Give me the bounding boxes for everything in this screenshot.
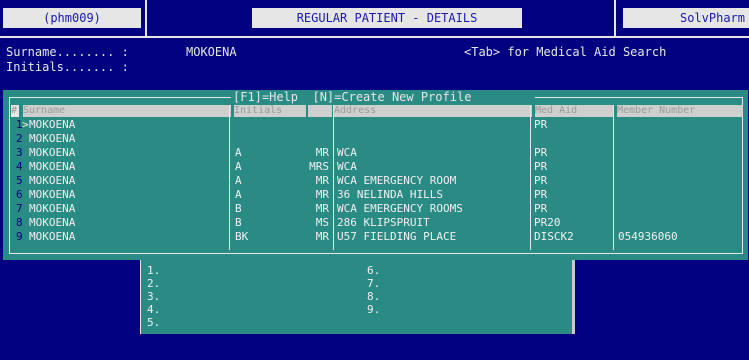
cell-address: 36 NELINDA HILLS [337,188,443,201]
surname-label: Surname........ : [6,45,129,59]
cell-address [337,118,527,132]
cell-title: MR [315,174,329,187]
cell-title [285,118,329,132]
cell-title [285,132,329,146]
divider [614,0,616,38]
results-window: [F1]=Help [N]=Create New Profile # Surna… [3,90,748,260]
cell-surname: MOKOENA [29,118,76,131]
history-slot[interactable]: 1. [147,264,160,277]
history-slot[interactable]: 7. [367,277,380,290]
history-slot[interactable]: 6. [367,264,380,277]
table-row[interactable]: 2 MOKOENA [3,132,748,146]
cell-member-number [618,174,742,188]
cell-medaid: PR [534,118,548,131]
cell-title: MR [315,146,329,159]
cell-surname: MOKOENA [29,202,76,215]
cell-medaid: PR [534,160,548,173]
history-slot[interactable]: 4. [147,303,160,316]
cell-surname: MOKOENA [29,230,76,243]
history-list-right: 6. 7. 8. 9. [367,264,380,316]
cell-member-number [618,146,742,160]
medical-aid-hint: <Tab> for Medical Aid Search [464,45,667,59]
table-row[interactable]: 8 MOKOENA B MS 286 KLIPSPRUIT PR20 [3,216,748,230]
cell-medaid [534,132,610,146]
initials-input[interactable] [186,60,246,73]
initials-label: Initials....... : [6,60,129,74]
cell-member-number: 054936060 [618,230,678,243]
cell-surname: MOKOENA [29,132,76,145]
cell-surname: MOKOENA [29,216,76,229]
product-name: SolvPharm [623,8,749,28]
header-surname: Surname [23,105,231,117]
program-code: (phm009) [3,8,141,28]
results-header: # Surname Initials Address Med Aid Membe… [11,105,743,117]
cell-address: WCA [337,146,357,159]
table-row[interactable]: 4 MOKOENA A MRS WCA PR [3,160,748,174]
divider [145,0,147,38]
header-num: # [11,105,19,117]
history-panel: 1. 2. 3. 4. 5. 6. 7. 8. 9. [140,260,573,334]
screen-title: REGULAR PATIENT - DETAILS [252,8,522,28]
divider [0,36,749,38]
cell-title: MRS [309,160,329,173]
header-address: Address [334,105,532,117]
cell-member-number [618,216,742,230]
cell-title: MR [315,202,329,215]
cell-member-number [618,160,742,174]
cell-surname: MOKOENA [29,174,76,187]
results-window-title: [F1]=Help [N]=Create New Profile [233,90,472,104]
header-initials: Initials [234,105,306,117]
history-list-left: 1. 2. 3. 4. 5. [147,264,160,329]
history-slot[interactable]: 2. [147,277,160,290]
cell-address: U57 FIELDING PLACE [337,230,457,243]
cell-medaid: PR [534,174,548,187]
cell-surname: MOKOENA [29,160,76,173]
cell-member-number [618,188,742,202]
cell-member-number [618,132,742,146]
table-row[interactable]: 5 MOKOENA A MR WCA EMERGENCY ROOM PR [3,174,748,188]
cell-surname: MOKOENA [29,146,76,159]
cell-member-number [618,118,742,132]
table-row[interactable]: 6 MOKOENA A MR 36 NELINDA HILLS PR [3,188,748,202]
cell-medaid: DISCK2 [534,230,574,243]
history-slot[interactable]: 9. [367,303,380,316]
cell-medaid: PR [534,188,548,201]
cell-surname: MOKOENA [29,188,76,201]
table-row[interactable]: 7 MOKOENA B MR WCA EMERGENCY ROOMS PR [3,202,748,216]
table-row[interactable]: 9 MOKOENA BK MR U57 FIELDING PLACE DISCK2 0549… [3,230,748,244]
cell-title: MS [315,216,329,229]
cell-address: WCA [337,160,357,173]
cell-address: 286 KLIPSPRUIT [337,216,430,229]
cell-title: MR [315,230,329,243]
header-title [308,105,332,117]
history-slot[interactable]: 3. [147,290,160,303]
table-row[interactable]: 3 MOKOENA A MR WCA PR [3,146,748,160]
cell-address: WCA EMERGENCY ROOMS [337,202,463,215]
cell-address [337,132,527,146]
surname-input[interactable]: MOKOENA [186,45,237,59]
title-bar: (phm009) REGULAR PATIENT - DETAILS SolvP… [0,0,749,38]
cell-medaid: PR [534,202,548,215]
cell-address: WCA EMERGENCY ROOM [337,174,457,187]
history-slot[interactable]: 5. [147,316,160,329]
cell-medaid: PR20 [534,216,561,229]
header-medaid: Med Aid [535,105,613,117]
cell-title: MR [315,188,329,201]
table-row[interactable]: 1 > MOKOENA PR [3,118,748,132]
cell-member-number [618,202,742,216]
header-member-number: Member Number [617,105,743,117]
cell-medaid: PR [534,146,548,159]
history-slot[interactable]: 8. [367,290,380,303]
